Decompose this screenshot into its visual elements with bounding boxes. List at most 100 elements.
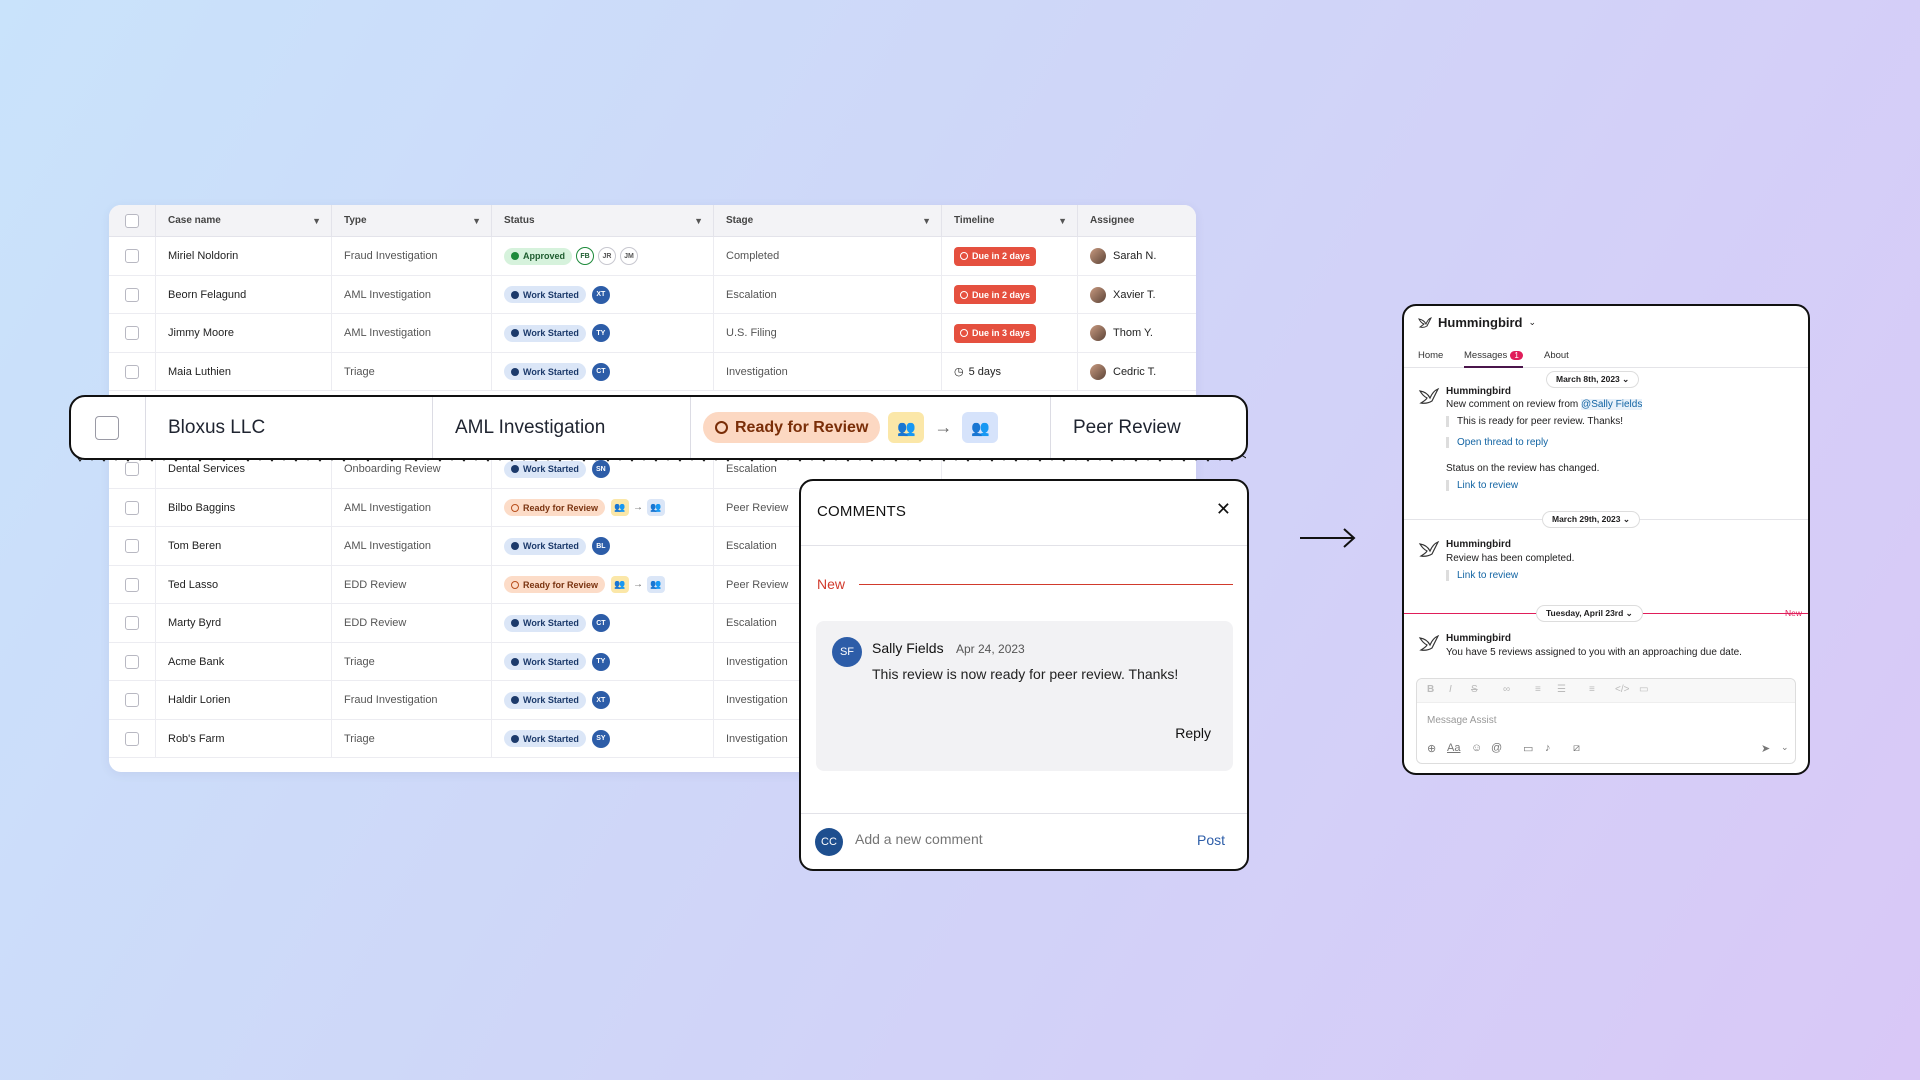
plus-icon[interactable]: ⊕ [1427, 742, 1436, 755]
case-name-cell[interactable]: Jimmy Moore [156, 314, 332, 353]
status-badge[interactable]: Work Started [504, 653, 586, 671]
send-icon[interactable]: ➤ [1761, 742, 1770, 755]
row-checkbox[interactable] [125, 577, 139, 592]
table-row[interactable]: Beorn Felagund AML Investigation Work Star… [109, 275, 1196, 315]
zoomed-case-row[interactable]: Bloxus LLC AML Investigation Ready for R… [69, 395, 1248, 460]
reviewer-group-icon[interactable]: 👥 [888, 412, 925, 443]
row-checkbox[interactable] [125, 326, 139, 341]
case-name-cell[interactable]: Rob's Farm [156, 719, 332, 758]
assignee-cell[interactable]: Xavier T. [1078, 276, 1196, 315]
mention-link[interactable]: @Sally Fields [1581, 399, 1643, 410]
zoomed-case-name[interactable]: Bloxus LLC [146, 397, 433, 458]
code-icon[interactable]: </> [1615, 684, 1629, 695]
row-checkbox[interactable] [125, 616, 139, 631]
status-badge[interactable]: Work Started [504, 614, 586, 632]
status-badge[interactable]: Work Started [504, 537, 586, 555]
case-name-cell[interactable]: Bilbo Baggins [156, 488, 332, 527]
tab-about[interactable]: About [1544, 350, 1569, 361]
bold-icon[interactable]: B [1427, 684, 1434, 695]
reply-button[interactable]: Reply [1175, 725, 1211, 741]
app-title[interactable]: Hummingbird ⌄ [1418, 315, 1536, 330]
bullet-list-icon[interactable]: ☰ [1557, 684, 1566, 695]
table-row[interactable]: Miriel Noldorin Fraud Investigation Approv… [109, 237, 1196, 276]
date-divider[interactable]: Tuesday, April 23rd ⌄ [1536, 605, 1643, 622]
send-options-chevron-icon[interactable]: ⌄ [1781, 742, 1789, 753]
italic-icon[interactable]: I [1449, 684, 1452, 695]
case-name-cell[interactable]: Acme Bank [156, 642, 332, 681]
post-button[interactable]: Post [1197, 832, 1225, 848]
peer-reviewer-group-icon[interactable]: 👥 [647, 576, 666, 594]
comment-input[interactable] [855, 831, 1155, 847]
status-badge[interactable]: Ready for Review [703, 412, 881, 443]
row-checkbox[interactable] [95, 415, 119, 440]
tab-home[interactable]: Home [1418, 350, 1443, 361]
row-checkbox[interactable] [125, 731, 139, 746]
row-checkbox[interactable] [125, 500, 139, 515]
sort-caret-icon[interactable]: ▼ [312, 205, 321, 237]
column-header-timeline[interactable]: Timeline ▼ [942, 205, 1078, 237]
sort-caret-icon[interactable]: ▼ [1058, 205, 1067, 237]
ordered-list-icon[interactable]: ≡ [1535, 684, 1541, 695]
status-badge[interactable]: Ready for Review [504, 576, 606, 594]
status-badge[interactable]: Work Started [504, 324, 586, 342]
case-name-cell[interactable]: Miriel Noldorin [156, 237, 332, 276]
tab-messages[interactable]: Messages 1 [1464, 350, 1523, 368]
column-header-status[interactable]: Status ▼ [492, 205, 714, 237]
case-name-cell[interactable]: Marty Byrd [156, 604, 332, 643]
status-badge[interactable]: Work Started [504, 363, 586, 381]
peer-reviewer-group-icon[interactable]: 👥 [962, 412, 999, 443]
case-name-cell[interactable]: Beorn Felagund [156, 275, 332, 314]
date-divider[interactable]: March 8th, 2023 ⌄ [1546, 371, 1640, 388]
row-checkbox[interactable] [125, 364, 139, 379]
link-icon[interactable]: ∞ [1503, 684, 1510, 695]
row-checkbox[interactable] [125, 654, 139, 669]
link-to-review[interactable]: Link to review [1457, 570, 1518, 581]
sort-caret-icon[interactable]: ▼ [472, 205, 481, 237]
case-name-cell[interactable]: Tom Beren [156, 527, 332, 566]
row-checkbox[interactable] [125, 693, 139, 708]
open-thread-link[interactable]: Open thread to reply [1457, 437, 1548, 448]
status-badge[interactable]: Ready for Review [504, 499, 606, 517]
case-name-cell[interactable]: Ted Lasso [156, 565, 332, 604]
slash-command-icon[interactable]: ⧄ [1573, 742, 1580, 755]
column-header-case-name[interactable]: Case name ▼ [156, 205, 332, 237]
date-divider[interactable]: March 29th, 2023 ⌄ [1542, 511, 1640, 528]
status-badge[interactable]: Work Started [504, 286, 586, 304]
chevron-down-icon[interactable]: ⌄ [1529, 317, 1537, 328]
quote-icon[interactable]: ≡ [1589, 684, 1595, 695]
assignee-cell[interactable]: Sarah N. [1078, 237, 1196, 276]
status-badge[interactable]: Work Started [504, 460, 586, 478]
peer-reviewer-group-icon[interactable]: 👥 [647, 499, 666, 517]
code-block-icon[interactable]: ▭ [1639, 684, 1648, 695]
column-header-assignee[interactable]: Assignee [1078, 205, 1196, 237]
column-header-stage[interactable]: Stage ▼ [714, 205, 942, 237]
case-name-cell[interactable]: Haldir Lorien [156, 681, 332, 720]
reviewer-group-icon[interactable]: 👥 [611, 499, 630, 517]
sort-caret-icon[interactable]: ▼ [694, 205, 703, 237]
row-checkbox[interactable] [125, 287, 139, 302]
emoji-icon[interactable]: ☺ [1471, 742, 1482, 754]
select-all-checkbox[interactable] [125, 214, 139, 228]
link-to-review[interactable]: Link to review [1457, 480, 1518, 491]
column-header-type[interactable]: Type ▼ [332, 205, 492, 237]
sort-caret-icon[interactable]: ▼ [922, 205, 931, 237]
case-name-cell[interactable]: Maia Luthien [156, 352, 332, 391]
status-badge[interactable]: Approved [504, 247, 573, 265]
strike-icon[interactable]: S [1471, 684, 1478, 695]
assignee-cell[interactable]: Cedric T. [1078, 353, 1196, 392]
row-checkbox[interactable] [125, 539, 139, 554]
assignee-cell[interactable]: Thom Y. [1078, 314, 1196, 353]
text-format-icon[interactable]: Aa [1447, 742, 1460, 754]
status-badge[interactable]: Work Started [504, 730, 586, 748]
mention-icon[interactable]: @ [1491, 742, 1502, 754]
status-badge[interactable]: Work Started [504, 691, 586, 709]
video-icon[interactable]: ▭ [1523, 742, 1533, 755]
row-checkbox[interactable] [125, 249, 139, 264]
microphone-icon[interactable]: ♪ [1545, 742, 1551, 754]
row-checkbox[interactable] [125, 462, 139, 477]
message-input[interactable]: Message Assist [1427, 715, 1496, 726]
close-icon[interactable]: ✕ [1216, 499, 1231, 520]
table-row[interactable]: Jimmy Moore AML Investigation Work Started… [109, 314, 1196, 353]
reviewer-group-icon[interactable]: 👥 [611, 576, 630, 594]
table-row[interactable]: Maia Luthien Triage Work Started CT Investig… [109, 352, 1196, 392]
